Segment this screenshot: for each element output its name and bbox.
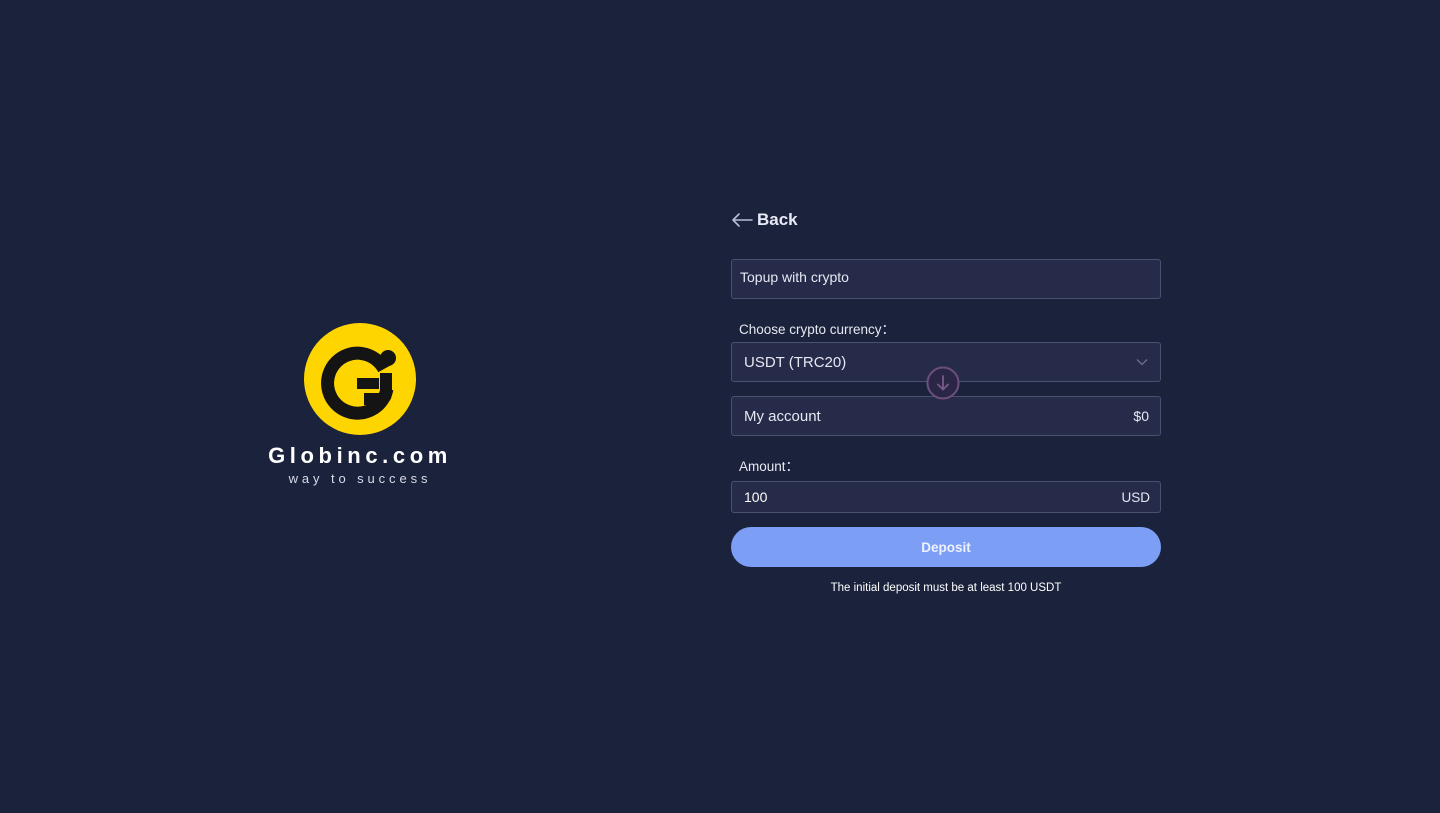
my-account-box: My account $0 bbox=[731, 396, 1161, 436]
account-label: My account bbox=[744, 407, 821, 425]
topup-method-box: Topup with crypto bbox=[731, 259, 1161, 299]
back-button[interactable]: Back bbox=[731, 206, 798, 234]
globinc-logo bbox=[304, 323, 416, 435]
amount-unit: USD bbox=[1121, 489, 1150, 505]
chevron-down-icon bbox=[1136, 358, 1148, 366]
brand-block: Globinc.com way to success bbox=[250, 323, 470, 487]
deposit-button[interactable]: Deposit bbox=[731, 527, 1161, 567]
currency-select[interactable]: USDT (TRC20) bbox=[731, 342, 1161, 400]
amount-input[interactable] bbox=[744, 482, 1122, 512]
amount-field: USD bbox=[731, 481, 1161, 513]
page: Globinc.com way to success Back Topup wi… bbox=[0, 0, 1440, 813]
arrow-down-circle-icon[interactable] bbox=[926, 366, 960, 400]
topup-method-label: Topup with crypto bbox=[740, 269, 849, 285]
minimum-deposit-note: The initial deposit must be at least 100… bbox=[830, 582, 1062, 594]
arrow-left-icon bbox=[731, 212, 753, 228]
brand-tagline: way to success bbox=[288, 471, 432, 486]
back-label: Back bbox=[757, 210, 798, 229]
topup-panel: Back Topup with crypto Choose crypto cur… bbox=[731, 206, 1161, 594]
amount-label: Amount： bbox=[739, 459, 800, 474]
account-balance: $0 bbox=[1133, 408, 1149, 424]
currency-label: Choose crypto currency： bbox=[739, 322, 896, 337]
brand-name: Globinc.com bbox=[268, 443, 452, 468]
